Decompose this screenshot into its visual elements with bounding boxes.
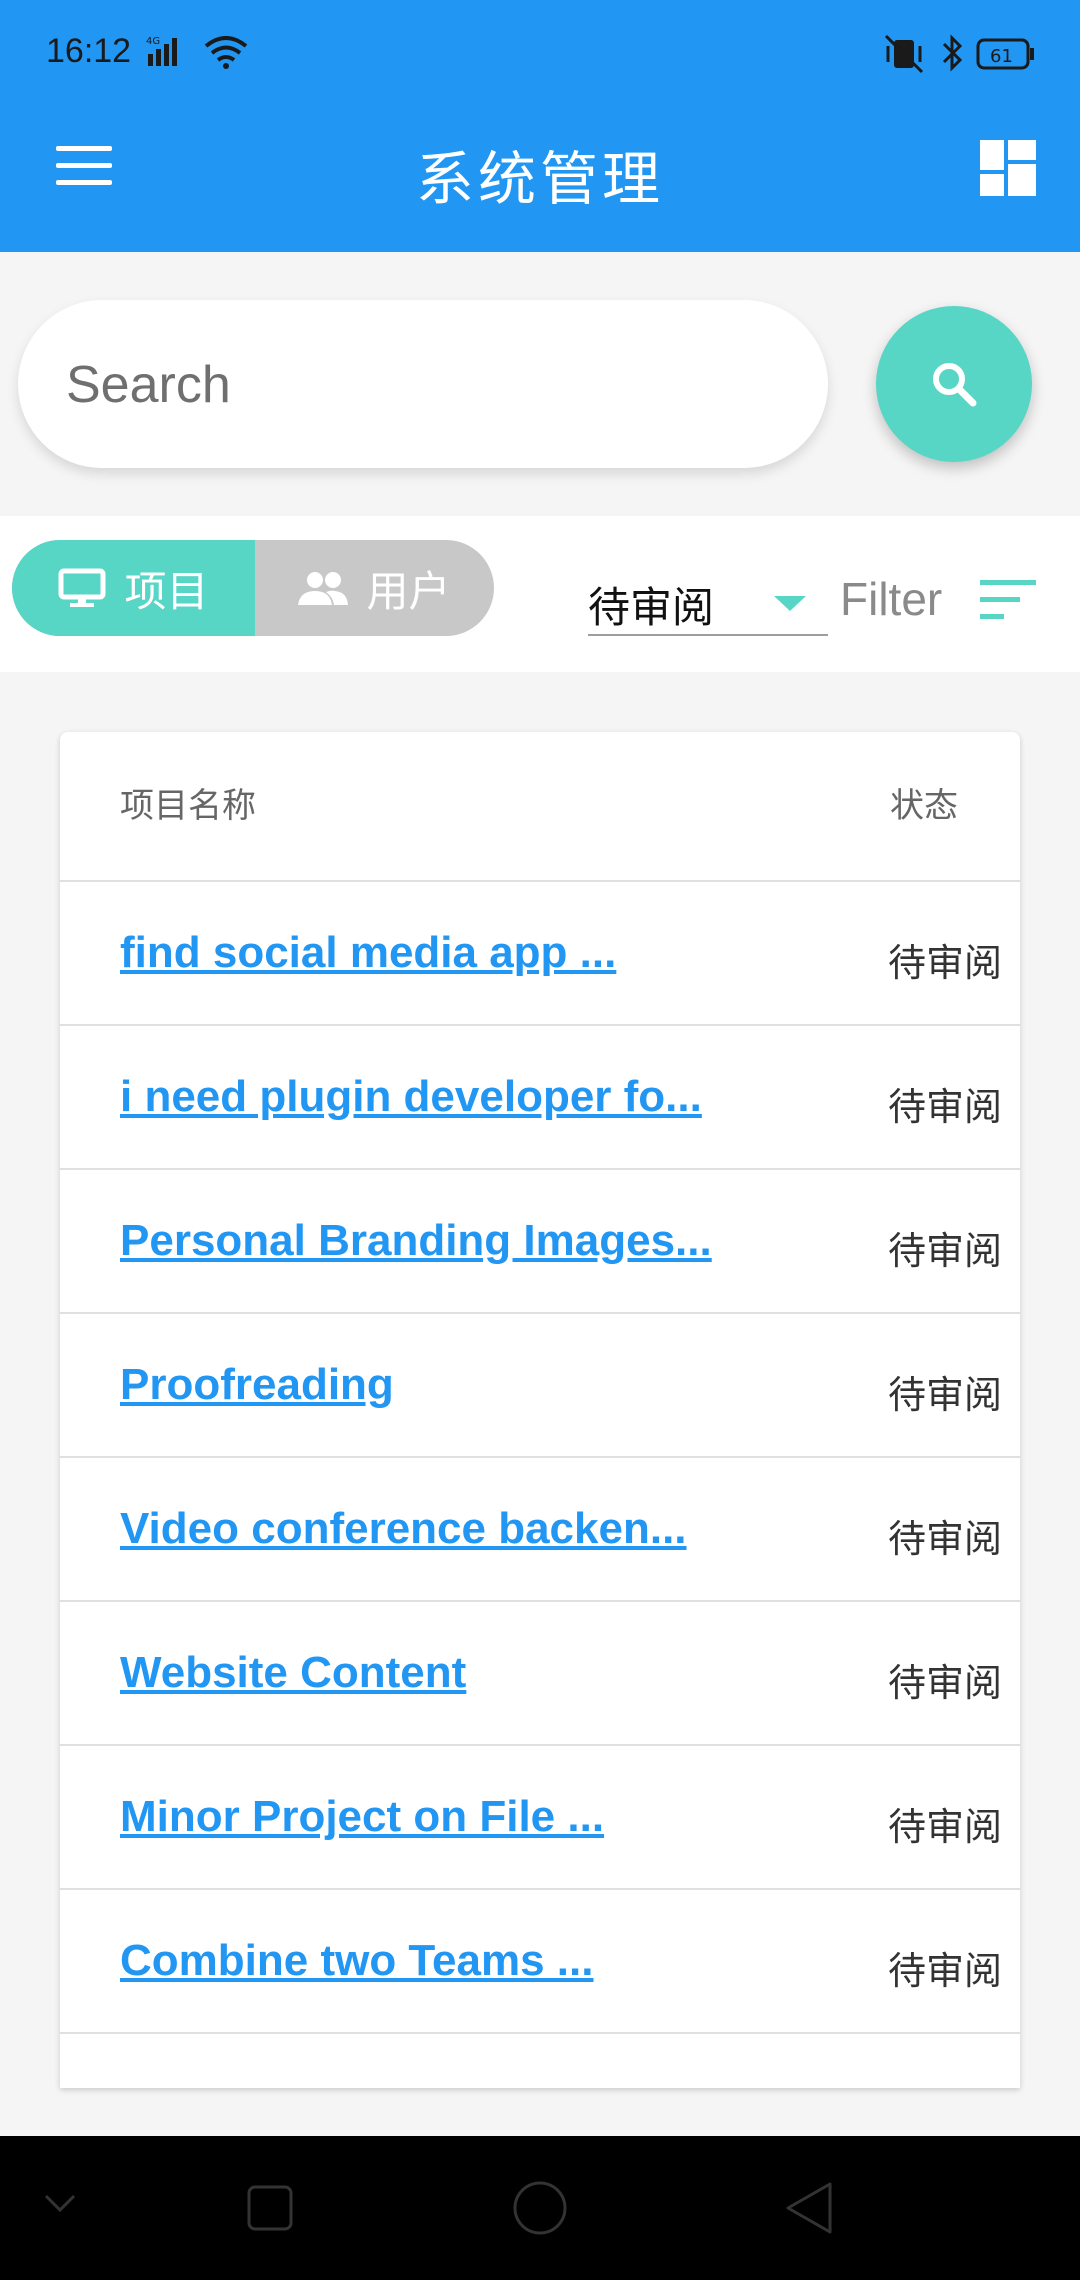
filter-icon[interactable]: [980, 580, 1036, 620]
table-row: Video conference backen... 待审阅: [60, 1456, 1020, 1600]
project-status: 待审阅: [888, 1661, 1003, 1705]
project-status: 待审阅: [888, 1949, 1003, 1993]
project-name-link[interactable]: find social media app ...: [120, 928, 616, 978]
table-row: Combine two Teams ... 待审阅: [60, 1888, 1020, 2032]
project-name-link[interactable]: Minor Project on File ...: [120, 1792, 604, 1842]
tab-projects[interactable]: 项目: [12, 540, 255, 636]
table-row: Proofreading 待审阅: [60, 1312, 1020, 1456]
home-icon[interactable]: [512, 2180, 568, 2236]
bluetooth-icon: [940, 32, 966, 74]
search-input[interactable]: [66, 340, 786, 430]
table-row: find social media app ... 待审阅: [60, 880, 1020, 1024]
dropdown-arrow-icon: [774, 596, 806, 611]
project-status: 待审阅: [888, 1805, 1003, 1849]
table-row: Personal Branding Images... 待审阅: [60, 1168, 1020, 1312]
search-bar: [18, 300, 828, 468]
back-icon[interactable]: [784, 2180, 834, 2236]
people-icon: [298, 572, 349, 605]
project-name-link[interactable]: Website Content: [120, 1648, 466, 1698]
project-name-link[interactable]: Proofreading: [120, 1360, 394, 1410]
status-time: 16:12: [46, 32, 132, 70]
table-row: Minor Project on File ... 待审阅: [60, 1744, 1020, 1888]
project-status: 待审阅: [888, 1373, 1003, 1417]
tab-users-label: 用户: [366, 566, 451, 616]
project-status: 待审阅: [888, 941, 1003, 985]
view-toggle: 项目 用户: [12, 540, 494, 636]
dashboard-icon[interactable]: [980, 140, 1036, 196]
project-name-link[interactable]: Combine two Teams ...: [120, 1936, 593, 1986]
tab-users[interactable]: 用户: [255, 540, 494, 636]
filter-label[interactable]: Filter: [840, 572, 942, 626]
svg-text:4G: 4G: [146, 36, 160, 47]
project-status: 待审阅: [888, 1085, 1003, 1129]
table-row-partial: [60, 2032, 1020, 2088]
project-status: 待审阅: [888, 1229, 1003, 1273]
table-row: i need plugin developer fo... 待审阅: [60, 1024, 1020, 1168]
system-nav-bar: [0, 2136, 1080, 2280]
status-dropdown-value: 待审阅: [588, 583, 715, 632]
status-bar: 16:12 4G 61: [0, 0, 1080, 110]
status-dropdown[interactable]: 待审阅: [588, 574, 828, 636]
top-bar: 16:12 4G 61 系统管理: [0, 0, 1080, 252]
project-name-link[interactable]: Personal Branding Images...: [120, 1216, 712, 1266]
tab-projects-label: 项目: [124, 566, 209, 616]
table-body: find social media app ... 待审阅 i need plu…: [60, 880, 1020, 2088]
list-toolbar: 项目 用户 待审阅 Filter: [0, 516, 1080, 672]
battery-icon: 61: [976, 38, 1036, 70]
column-header-name: 项目名称: [120, 786, 256, 826]
project-name-link[interactable]: i need plugin developer fo...: [120, 1072, 702, 1122]
recents-icon[interactable]: [246, 2184, 294, 2232]
table-row: Website Content 待审阅: [60, 1600, 1020, 1744]
monitor-icon: [58, 568, 106, 607]
wifi-icon: [204, 36, 248, 70]
chevron-down-icon[interactable]: [40, 2188, 80, 2218]
vibrate-off-icon: [882, 34, 926, 74]
svg-text:61: 61: [990, 46, 1013, 67]
search-button[interactable]: [876, 306, 1032, 462]
app-bar: 系统管理: [0, 110, 1080, 252]
page-title: 系统管理: [415, 145, 664, 213]
column-header-status: 状态: [890, 786, 958, 826]
project-table: 项目名称 状态 find social media app ... 待审阅 i …: [60, 732, 1020, 2088]
cellular-signal-icon: 4G: [146, 34, 186, 68]
project-status: 待审阅: [888, 1517, 1003, 1561]
search-icon: [933, 363, 977, 407]
project-name-link[interactable]: Video conference backen...: [120, 1504, 687, 1554]
